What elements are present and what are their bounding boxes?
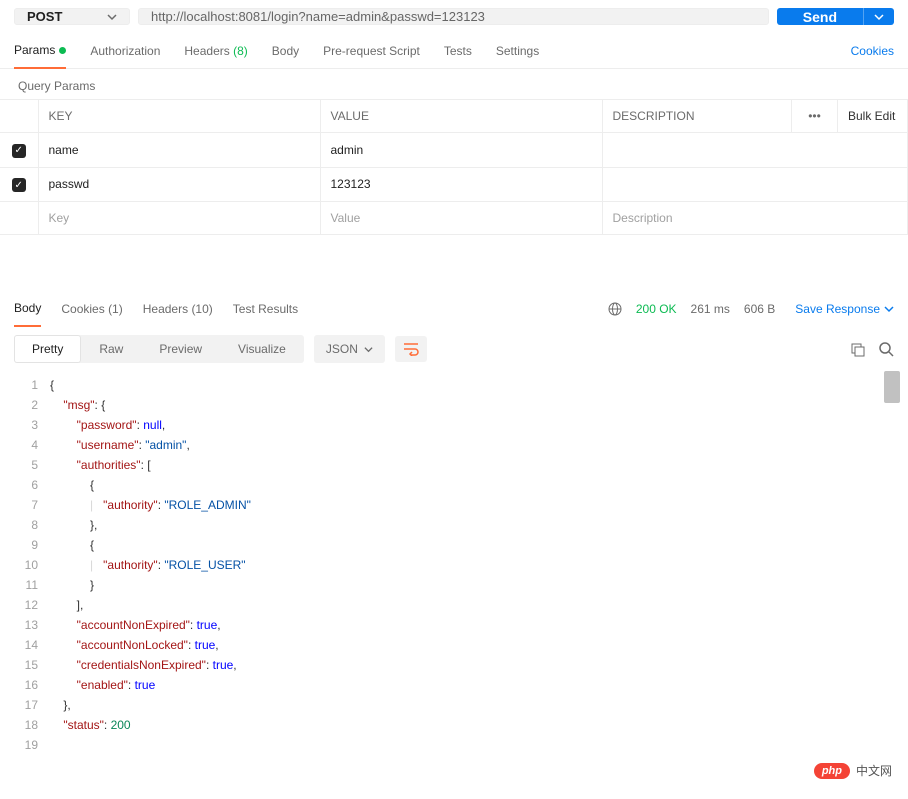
view-pretty[interactable]: Pretty xyxy=(14,335,81,363)
view-raw[interactable]: Raw xyxy=(81,335,141,363)
globe-icon[interactable] xyxy=(608,302,622,316)
view-visualize[interactable]: Visualize xyxy=(220,335,304,363)
tab-headers[interactable]: Headers (8) xyxy=(184,34,247,68)
param-key-cell[interactable]: passwd xyxy=(38,167,320,202)
status-size: 606 B xyxy=(744,302,775,316)
format-select[interactable]: JSON xyxy=(314,335,385,363)
send-dropdown-arrow[interactable] xyxy=(863,8,894,25)
response-tab-headers[interactable]: Headers (10) xyxy=(143,292,213,326)
param-key-input[interactable]: Key xyxy=(38,202,320,235)
php-badge: php xyxy=(814,763,850,779)
param-desc-input[interactable]: Description xyxy=(602,202,908,235)
param-value-input[interactable]: Value xyxy=(320,202,602,235)
http-method-select[interactable]: POST xyxy=(14,8,130,25)
status-time: 261 ms xyxy=(691,302,730,316)
view-mode-tabs: Pretty Raw Preview Visualize xyxy=(14,335,304,363)
line-gutter: 12345678910111213141516171819 xyxy=(0,375,50,755)
param-value-cell[interactable]: admin xyxy=(320,133,602,168)
bulk-edit-link[interactable]: Bulk Edit xyxy=(838,100,908,133)
send-label: Send xyxy=(777,9,863,25)
search-icon[interactable] xyxy=(879,342,894,357)
more-options[interactable]: ••• xyxy=(792,100,838,133)
param-value-cell[interactable]: 123123 xyxy=(320,167,602,202)
response-tab-cookies[interactable]: Cookies (1) xyxy=(61,292,122,326)
query-params-label: Query Params xyxy=(0,69,908,99)
tab-prerequest[interactable]: Pre-request Script xyxy=(323,34,420,68)
checkbox-icon[interactable]: ✓ xyxy=(12,144,26,158)
wrap-lines-icon[interactable] xyxy=(395,336,427,362)
checkbox-icon[interactable]: ✓ xyxy=(12,178,26,192)
param-desc-cell[interactable] xyxy=(602,167,908,202)
param-desc-cell[interactable] xyxy=(602,133,908,168)
scrollbar-thumb[interactable] xyxy=(884,371,900,403)
send-button[interactable]: Send xyxy=(777,8,894,25)
column-value[interactable]: VALUE xyxy=(320,100,602,133)
column-key[interactable]: KEY xyxy=(38,100,320,133)
tab-params[interactable]: Params xyxy=(14,33,66,69)
tab-authorization[interactable]: Authorization xyxy=(90,34,160,68)
param-key-cell[interactable]: name xyxy=(38,133,320,168)
active-dot-icon xyxy=(59,47,66,54)
chevron-down-icon xyxy=(107,12,117,22)
table-row[interactable]: ✓ name admin xyxy=(0,133,908,168)
tab-settings[interactable]: Settings xyxy=(496,34,539,68)
url-input[interactable] xyxy=(138,8,769,25)
column-description[interactable]: DESCRIPTION xyxy=(602,100,792,133)
query-params-table: KEY VALUE DESCRIPTION ••• Bulk Edit ✓ na… xyxy=(0,99,908,235)
copy-icon[interactable] xyxy=(850,342,865,357)
tab-body[interactable]: Body xyxy=(272,34,299,68)
http-method-label: POST xyxy=(27,9,62,24)
status-code: 200 OK xyxy=(636,302,677,316)
watermark: php 中文网 xyxy=(814,762,892,779)
table-row[interactable]: ✓ passwd 123123 xyxy=(0,167,908,202)
tab-tests[interactable]: Tests xyxy=(444,34,472,68)
code-lines: { "msg": { "password": null, "username":… xyxy=(50,375,908,755)
cookies-link[interactable]: Cookies xyxy=(851,34,894,68)
save-response-link[interactable]: Save Response xyxy=(795,302,894,316)
response-tab-test-results[interactable]: Test Results xyxy=(233,292,298,326)
view-preview[interactable]: Preview xyxy=(141,335,220,363)
response-body-viewer[interactable]: 12345678910111213141516171819 { "msg": {… xyxy=(0,371,908,775)
table-row-new[interactable]: Key Value Description xyxy=(0,202,908,235)
response-tab-body[interactable]: Body xyxy=(14,291,41,327)
